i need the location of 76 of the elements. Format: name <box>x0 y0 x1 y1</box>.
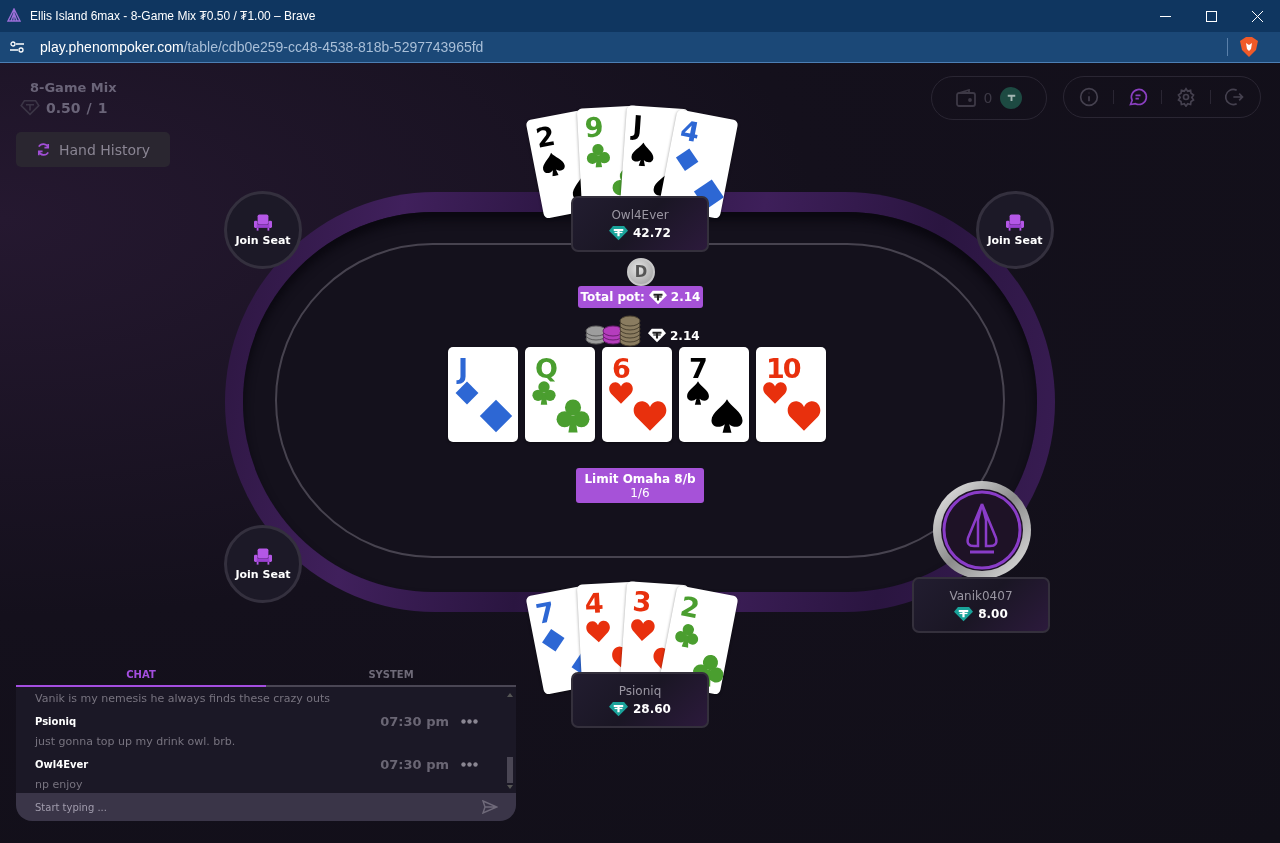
refresh-icon <box>35 142 51 157</box>
armchair-icon <box>1006 213 1024 231</box>
heart-icon <box>608 381 634 405</box>
token-icon <box>609 700 628 717</box>
more-icon[interactable] <box>461 761 478 767</box>
card-rank: J <box>631 111 644 140</box>
join-seat-button[interactable]: Join Seat <box>224 191 302 269</box>
hand-history-button[interactable]: Hand History <box>16 132 170 167</box>
window-title: Ellis Island 6max - 8-Game Mix ₮0.50 / ₮1.00 – Brave <box>30 9 317 23</box>
game-type: Limit Omaha 8/b <box>584 471 696 486</box>
message-text: just gonna top up my drink owl. brb. <box>35 734 237 750</box>
card-rank: 3 <box>631 587 653 616</box>
diamond-icon <box>478 399 514 433</box>
scrollbar[interactable] <box>507 693 513 789</box>
player-stack: 42.72 <box>633 225 671 240</box>
pot-amount: 2.14 <box>670 290 701 304</box>
token-coin-icon <box>1000 87 1023 109</box>
message-time: 07:30 pm <box>380 756 449 772</box>
club-icon <box>584 143 612 169</box>
heart-icon <box>786 399 822 433</box>
join-seat-button[interactable]: Join Seat <box>976 191 1054 269</box>
small-blind: 0.50 <box>46 100 81 116</box>
player-name: Owl4Ever <box>611 207 669 222</box>
lion-shield-icon[interactable] <box>1240 37 1258 57</box>
card-rank: 10 <box>766 355 800 382</box>
token-icon <box>20 100 40 116</box>
chat-icon[interactable] <box>1127 87 1148 107</box>
message-time: 07:30 pm <box>380 713 449 729</box>
message-author: Psioniq <box>35 715 78 727</box>
token-icon <box>648 328 666 343</box>
player-name: Vanik0407 <box>949 588 1013 603</box>
token-icon <box>954 605 974 622</box>
token-icon <box>648 289 667 305</box>
card-rank: 2 <box>678 592 702 623</box>
wallet-icon <box>955 89 976 107</box>
card-rank: 7 <box>689 355 706 382</box>
chat-input-bar[interactable]: Start typing ... <box>16 793 516 821</box>
message-text: Vanik is my nemesis he always finds these crazy outs <box>35 691 332 707</box>
heart-icon <box>584 619 612 645</box>
bet-amount: 2.14 <box>670 328 700 343</box>
card-rank: 2 <box>533 121 558 152</box>
card-rank: 9 <box>584 113 605 142</box>
card-rank: 6 <box>612 355 629 382</box>
join-seat-button[interactable]: Join Seat <box>224 525 302 603</box>
card-rank: 4 <box>584 589 605 618</box>
club-icon <box>555 399 591 433</box>
heart-icon <box>632 399 668 433</box>
card-rank: Q <box>535 355 556 382</box>
club-icon <box>531 381 557 405</box>
player-stack: 8.00 <box>978 606 1008 621</box>
chat-tab[interactable]: SYSTEM <box>266 663 516 687</box>
pot-label: Total pot: <box>580 290 645 304</box>
player-name: Psioniq <box>618 683 662 698</box>
spade-icon <box>709 399 745 433</box>
armchair-icon <box>254 213 272 231</box>
armchair-icon <box>254 547 272 565</box>
close-icon[interactable] <box>1251 10 1263 22</box>
card-rank: 4 <box>678 116 702 147</box>
heart-icon <box>762 381 788 405</box>
token-icon <box>609 224 628 241</box>
card-rank: 7 <box>533 597 558 628</box>
hand-count: 1/6 <box>630 485 650 500</box>
app-logo-icon <box>6 8 22 24</box>
card-rank: J <box>458 355 467 382</box>
spade-icon <box>685 381 711 405</box>
big-blind: 1 <box>97 100 108 116</box>
game-name: 8-Game Mix <box>30 80 117 95</box>
chips-drawing <box>585 315 641 347</box>
site-settings-icon[interactable] <box>10 40 24 54</box>
stakes-separator: / <box>86 100 92 116</box>
message-text: np enjoy <box>35 777 84 793</box>
maximize-icon[interactable] <box>1205 10 1217 22</box>
more-icon[interactable] <box>461 718 478 724</box>
message-author: Owl4Ever <box>35 758 90 770</box>
player-stack: 28.60 <box>633 701 671 716</box>
chat-input-field[interactable]: Start typing ... <box>35 801 482 813</box>
